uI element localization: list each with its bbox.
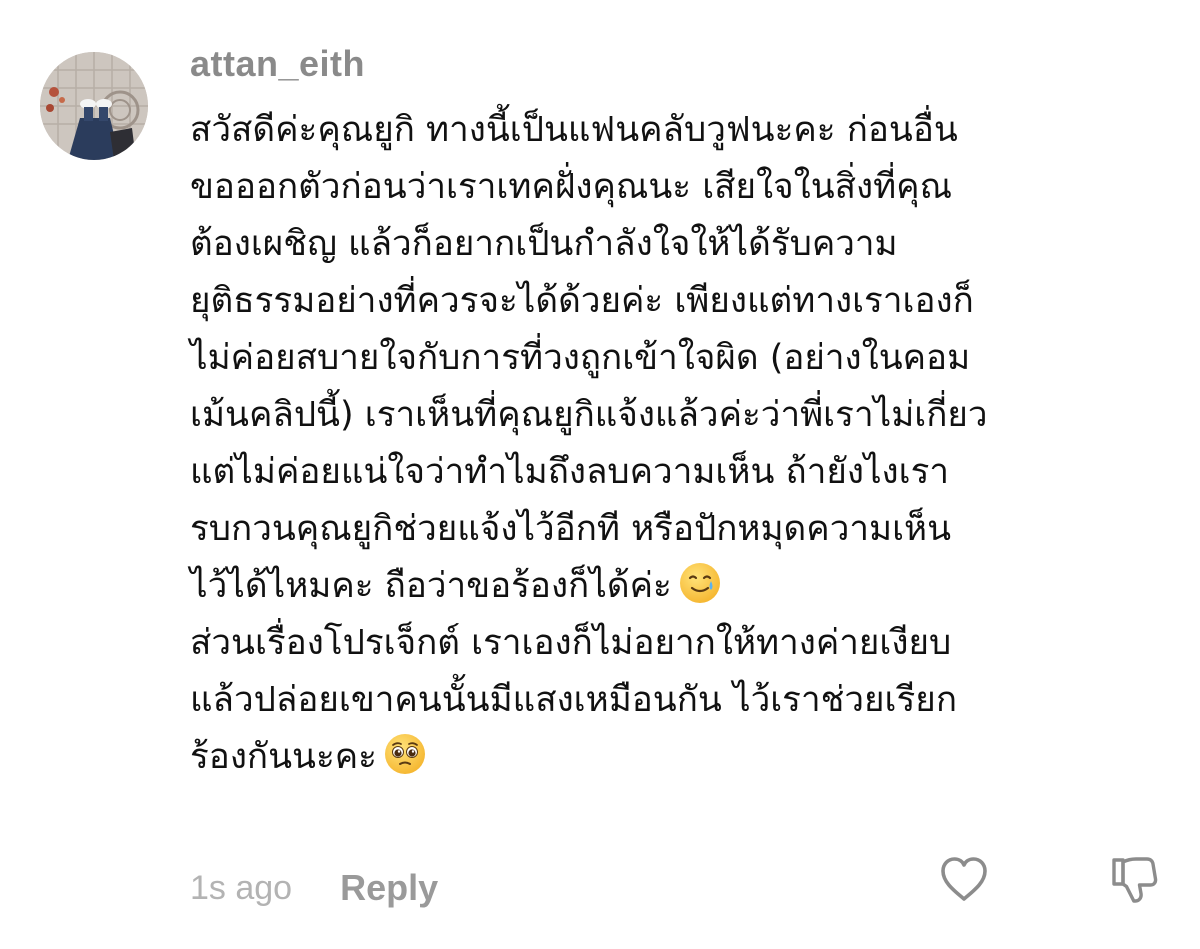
comment-line: ขอออกตัวก่อนว่าเราเทคฝั่งคุณนะ เสียใจในส… — [190, 167, 953, 207]
smiling-face-with-tear-emoji-icon — [678, 561, 722, 605]
comment-line: แล้วปล่อยเขาคนนั้นมีแสงเหมือนกัน ไว้เราช… — [190, 680, 958, 720]
avatar[interactable] — [40, 52, 148, 160]
thumbs-down-outline-icon — [1112, 857, 1158, 903]
comment-line: ต้องเผชิญ แล้วก็อยากเป็นกำลังใจให้ได้รับ… — [190, 224, 898, 264]
comment-line-with-emoji: ร้องกันนะคะ — [190, 729, 1180, 786]
heart-outline-icon — [941, 857, 987, 901]
comment-username[interactable]: attan_eith — [190, 44, 365, 84]
comment-line-text: ไว้ได้ไหมคะ ถือว่าขอร้องก็ได้ค่ะ — [190, 566, 672, 606]
comment-line: เม้นคลิปนี้) เราเห็นที่คุณยูกิแจ้งแล้วค่… — [190, 395, 988, 435]
pleading-face-emoji-icon — [383, 732, 427, 776]
comment-line: สวัสดีค่ะคุณยูกิ ทางนี้เป็นแฟนคลับวูฟนะค… — [190, 110, 958, 150]
comment-meta: 1s ago Reply — [190, 862, 438, 914]
dislike-button[interactable] — [1106, 852, 1162, 908]
like-button[interactable] — [936, 852, 992, 908]
avatar-image — [40, 52, 148, 160]
comment-line-text: ร้องกันนะคะ — [190, 737, 377, 777]
reply-button[interactable]: Reply — [340, 867, 438, 909]
comment-body: สวัสดีค่ะคุณยูกิ ทางนี้เป็นแฟนคลับวูฟนะค… — [190, 102, 1180, 786]
comment-line: รบกวนคุณยูกิช่วยแจ้งไว้อีกที หรือปักหมุด… — [190, 509, 952, 549]
comment-line-with-emoji: ไว้ได้ไหมคะ ถือว่าขอร้องก็ได้ค่ะ — [190, 558, 1180, 615]
comment-line: แต่ไม่ค่อยแน่ใจว่าทำไมถึงลบความเห็น ถ้าย… — [190, 452, 950, 492]
comment-line: ไม่ค่อยสบายใจกับการที่วงถูกเข้าใจผิด (อย… — [190, 338, 971, 378]
comment-timestamp: 1s ago — [190, 868, 293, 907]
comment-line: ยุติธรรมอย่างที่ควรจะได้ด้วยค่ะ เพียงแต่… — [190, 281, 974, 321]
comment-line: ส่วนเรื่องโปรเจ็กต์ เราเองก็ไม่อยากให้ทา… — [190, 623, 952, 663]
